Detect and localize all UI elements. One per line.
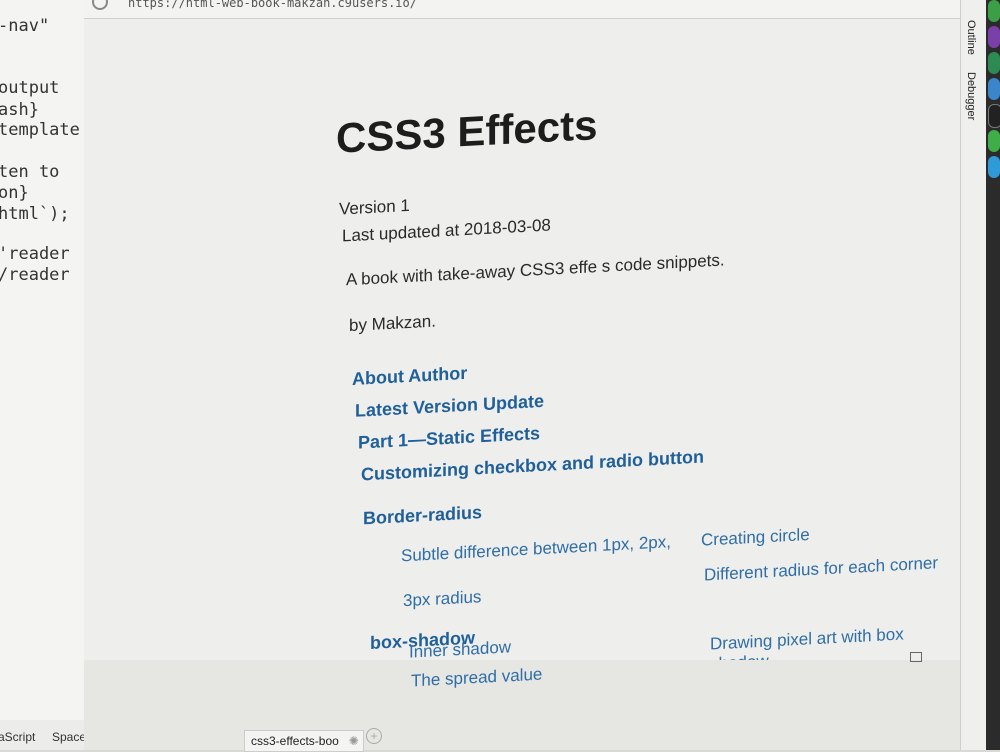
code-line: ash} [0,100,39,120]
toc-subitem[interactable]: The spread value [411,665,542,692]
tab-label: css3-effects-boo [251,734,339,748]
loading-icon: ✺ [348,734,359,748]
code-line: /reader [0,265,70,285]
toc-subitem[interactable]: Inner shadow [409,637,511,662]
plus-icon[interactable]: + [366,728,382,744]
app-icon[interactable] [988,78,1000,100]
code-line: template [0,120,80,140]
code-line: html`); [0,204,70,224]
app-icon[interactable] [988,104,1000,128]
side-panel: Outline Debugger [960,0,987,750]
code-line: -nav" [0,16,50,36]
preview-pane: https://html-web-book-makzan.c9users.io/… [84,0,960,750]
toc-subitem[interactable]: Different radius for each corner [704,553,938,585]
page-title: CSS3 Effects [336,101,598,162]
toc-border-radius[interactable]: Border-radius [363,502,482,529]
dock [986,0,1000,750]
code-line: output [0,78,60,98]
toc-part-1[interactable]: Part 1—Static Effects [358,423,540,454]
toc-subitem[interactable]: Subtle difference between 1px, 2px, [401,532,671,566]
bottom-bar: The spread value css3-effects-boo ✺ + [84,652,960,752]
book-description: A book with take-away CSS3 effe s code s… [346,250,725,290]
book-author: by Makzan. [349,311,436,336]
toc-customizing[interactable]: Customizing checkbox and radio button [361,447,704,486]
book-page: CSS3 Effects Version 1 Last updated at 2… [84,0,960,658]
code-line: 'reader [0,244,70,264]
book-version: Version 1 [339,195,410,219]
tab-active[interactable]: css3-effects-boo ✺ [244,730,364,752]
toc-subitem[interactable]: Creating circle [701,525,810,551]
code-line: ten to [0,162,60,182]
book-updated: Last updated at 2018-03-08 [342,215,551,246]
toc-latest-version[interactable]: Latest Version Update [355,391,544,422]
code-editor[interactable]: -nav" output ash} template ten to on} ht… [0,0,84,750]
reload-icon[interactable] [92,0,108,10]
restore-window-icon[interactable] [910,652,922,662]
app-icon[interactable] [988,0,1000,22]
language-mode[interactable]: aScript [0,730,35,744]
code-line: on} [0,183,29,203]
tab-outline[interactable]: Outline [965,20,977,55]
app-icon[interactable] [988,52,1000,74]
toc-about-author[interactable]: About Author [352,363,467,390]
app-icon[interactable] [988,26,1000,48]
app-icon[interactable] [988,156,1000,178]
toc-subitem[interactable]: 3px radius [403,587,481,611]
tab-debugger[interactable]: Debugger [965,72,977,120]
app-icon[interactable] [988,130,1000,152]
